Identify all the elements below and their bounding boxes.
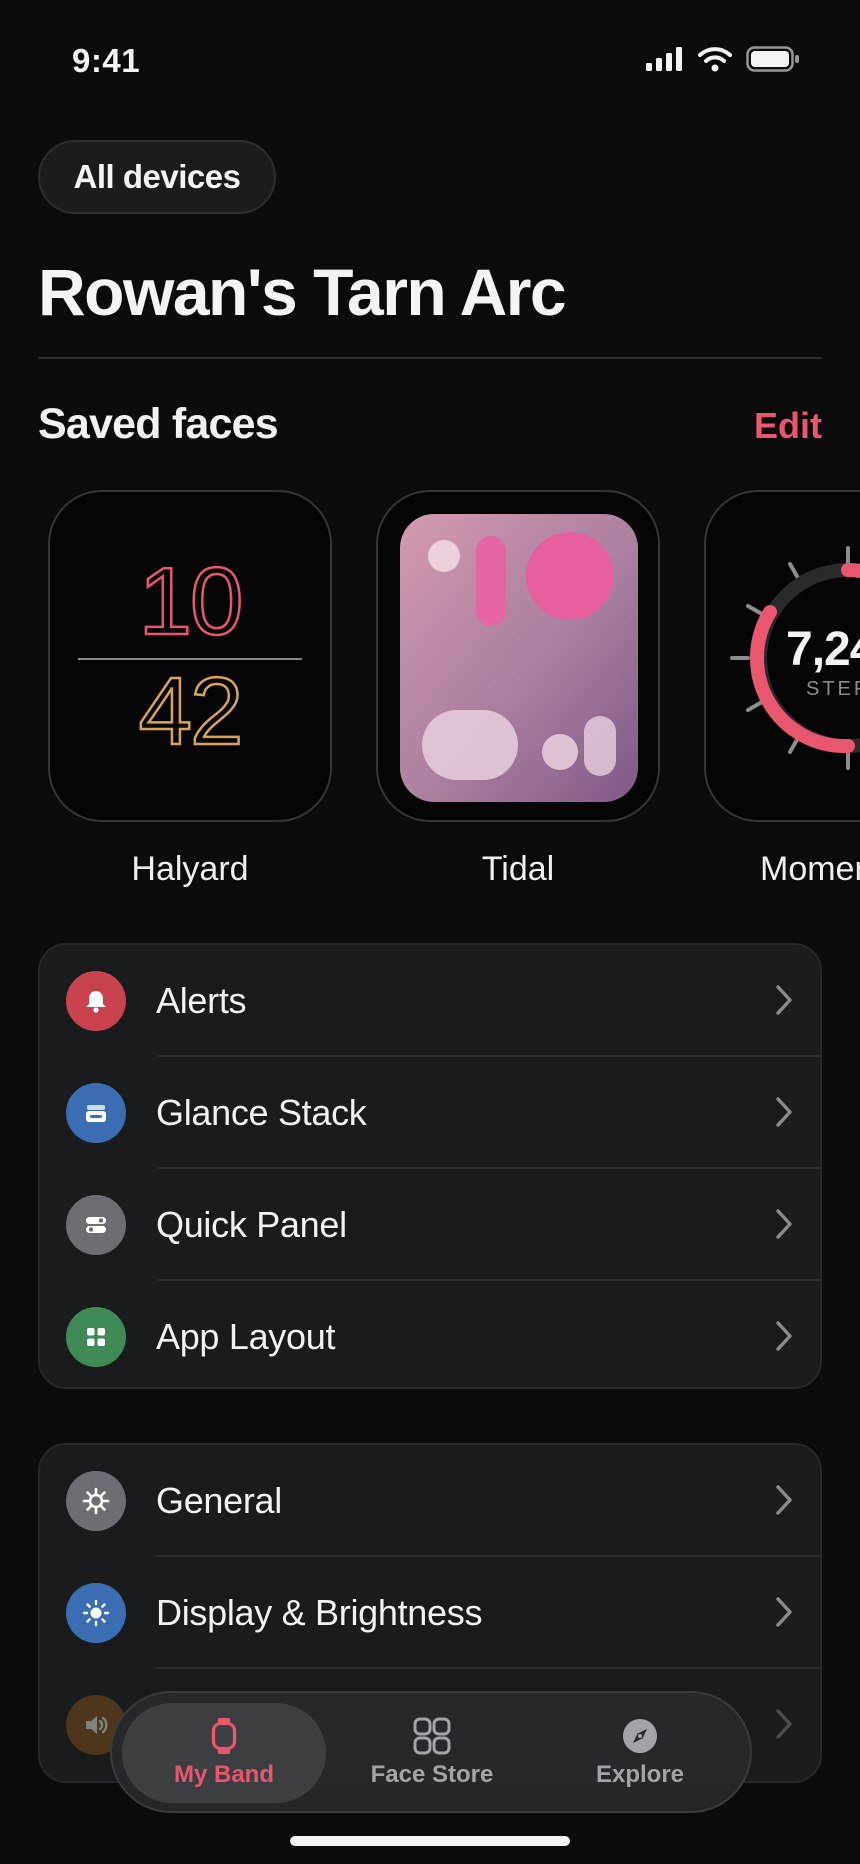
watch-features-group: Alerts Glance Stack Quick Panel App Layo… [38, 943, 822, 1389]
face-preview-tidal[interactable] [376, 490, 660, 822]
settings-row-general[interactable]: General [40, 1445, 820, 1557]
chevron-right-icon [776, 1709, 792, 1739]
settings-row-label: Glance Stack [156, 1092, 367, 1133]
chevron-right-icon [776, 985, 792, 1015]
steps-value: 7,24 [786, 623, 860, 676]
device-title: Rowan's Tarn Arc [38, 255, 567, 329]
stack-icon [66, 1083, 126, 1143]
tab-bar: My Band Face Store Explore [110, 1691, 752, 1813]
status-icons [646, 46, 800, 72]
settings-row-app-layout[interactable]: App Layout [40, 1281, 820, 1387]
battery-icon [746, 46, 799, 72]
settings-row-label: App Layout [156, 1316, 336, 1357]
saved-faces-title: Saved faces [38, 400, 279, 448]
tidal-face-art [400, 514, 638, 802]
chevron-right-icon [776, 1097, 792, 1127]
edit-faces-button[interactable]: Edit [754, 405, 822, 447]
settings-row-label: Quick Panel [156, 1204, 347, 1245]
face-preview-halyard[interactable]: 10 42 [48, 490, 332, 822]
wifi-icon [698, 47, 732, 72]
face-name: Tidal [481, 850, 555, 888]
saved-faces-carousel[interactable]: 10 42 Halyard Tidal 7,2 STE Momer [0, 490, 860, 900]
tab-face-store[interactable]: Face Store [330, 1703, 534, 1803]
bell-icon [66, 971, 126, 1031]
face-preview-steps[interactable]: 7,24 STEF [704, 490, 860, 822]
sun-icon [66, 1583, 126, 1643]
steps-label: STEF [806, 678, 860, 700]
chevron-right-icon [776, 1209, 792, 1239]
device-settings-screen: 9:41 All devices Rowan's Tarn Arc Saved … [0, 0, 860, 1864]
gear-icon [66, 1471, 126, 1531]
settings-row-display-brightness[interactable]: Display & Brightness [40, 1557, 820, 1669]
cellular-signal-icon [646, 47, 682, 71]
chevron-right-icon [776, 1321, 792, 1351]
tab-explore[interactable]: Explore [538, 1703, 742, 1803]
settings-row-label: General [156, 1480, 282, 1521]
tab-label: Explore [595, 1761, 685, 1788]
compass-icon [623, 1719, 657, 1753]
settings-row-label: Display & Brightness [156, 1592, 483, 1633]
settings-row-alerts[interactable]: Alerts [40, 945, 820, 1057]
settings-row-quick-panel[interactable]: Quick Panel [40, 1169, 820, 1281]
tab-my-band[interactable]: My Band [122, 1703, 326, 1803]
face-minute: 42 [137, 658, 244, 765]
home-indicator[interactable] [290, 1836, 570, 1846]
face-card-third[interactable]: 7,24 STEF Momer [704, 490, 860, 889]
face-name: Momer [760, 850, 860, 888]
tab-label: My Band [173, 1761, 274, 1788]
toggles-icon [66, 1195, 126, 1255]
divider [38, 357, 822, 359]
grid-icon [66, 1307, 126, 1367]
face-card-tidal[interactable]: Tidal [376, 490, 660, 889]
face-name: Halyard [131, 850, 249, 888]
status-bar: 9:41 [0, 0, 860, 120]
tab-label: Face Store [370, 1761, 494, 1788]
watch-icon [211, 1718, 237, 1754]
all-devices-button[interactable]: All devices [38, 140, 276, 214]
face-card-halyard[interactable]: 10 42 Halyard [48, 490, 332, 889]
status-time: 9:41 [72, 42, 141, 79]
faces-grid-icon [413, 1717, 451, 1755]
chevron-right-icon [776, 1597, 792, 1627]
chevron-right-icon [776, 1485, 792, 1515]
settings-row-glance-stack[interactable]: Glance Stack [40, 1057, 820, 1169]
face-hour: 10 [137, 548, 244, 655]
settings-row-label: Alerts [156, 980, 247, 1021]
